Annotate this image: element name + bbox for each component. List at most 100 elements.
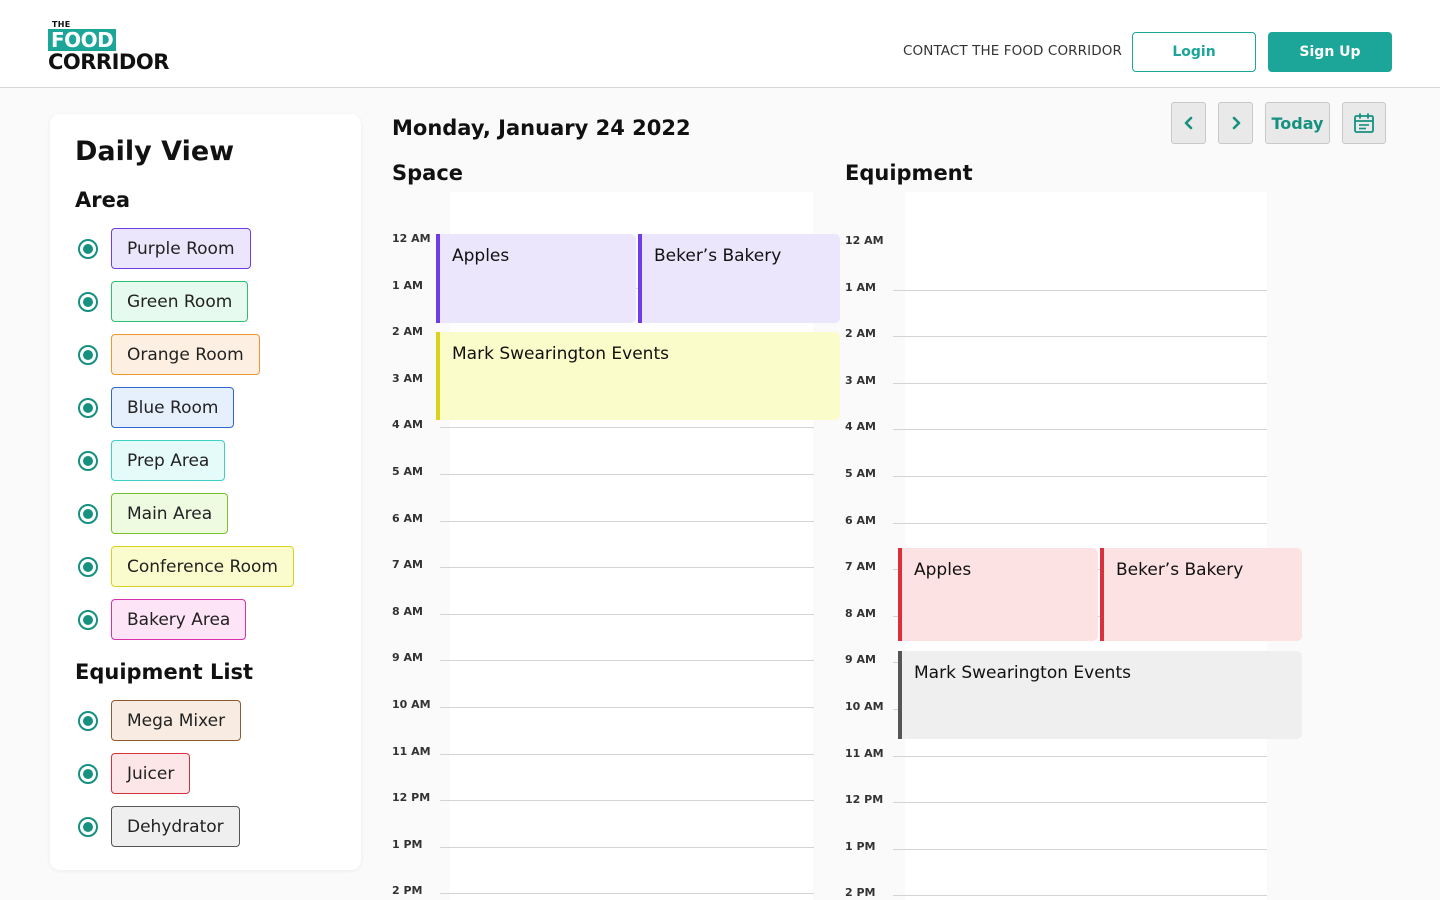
event-color-bar [436,234,440,323]
filter-sidebar: Daily View Area Purple Room Green Room Ora… [50,114,361,870]
time-label: 4 AM [392,418,423,432]
time-label: 10 AM [845,700,884,713]
radio-selected-icon[interactable] [78,504,98,524]
hour-gridline [893,848,1267,850]
logo-corridor: CORRIDOR [48,50,169,74]
filter-chip-juicer[interactable]: Juicer [111,753,191,794]
prev-day-button[interactable] [1171,102,1206,144]
event-label: Beker’s Bakery [654,246,782,266]
hour-gridline [440,520,814,522]
logo-food: FOOD [48,29,117,51]
radio-selected-icon[interactable] [78,610,98,630]
event-label: Mark Swearington Events [452,343,669,364]
event-color-bar [898,548,902,642]
radio-selected-icon[interactable] [78,239,98,259]
time-label: 5 AM [392,465,423,478]
filter-chip-green-room[interactable]: Green Room [111,281,249,322]
hour-gridline [893,382,1267,384]
time-label: 2 PM [845,886,876,900]
filter-chip-dehydrator[interactable]: Dehydrator [111,806,240,847]
time-label: 12 AM [392,232,431,245]
hour-gridline [893,289,1267,291]
chevron-left-icon [1184,116,1192,130]
hour-gridline [440,474,814,475]
schedule-grid-background [905,192,1267,900]
calendar-picker-button[interactable] [1342,102,1386,144]
event-label: Apples [452,246,510,266]
radio-selected-icon[interactable] [78,292,98,312]
booking-event-apples[interactable]: Apples [436,234,636,323]
time-label: 2 PM [392,884,423,898]
equipment-heading: Equipment List [75,660,254,684]
equipment-column-title: Equipment [845,161,973,185]
booking-event-beker-s-bakery[interactable]: Beker’s Bakery [1100,548,1302,642]
event-label: Beker’s Bakery [1116,560,1244,581]
radio-selected-icon[interactable] [78,764,98,784]
filter-chip-mega-mixer[interactable]: Mega Mixer [111,700,242,741]
time-label: 3 AM [845,373,876,387]
time-label: 11 AM [392,744,431,758]
hour-gridline [440,613,814,615]
event-color-bar [1100,548,1104,642]
hour-gridline [440,846,814,848]
booking-event-beker-s-bakery[interactable]: Beker’s Bakery [638,234,840,323]
radio-selected-icon[interactable] [78,711,98,731]
hour-gridline [440,567,814,569]
radio-selected-icon[interactable] [78,817,98,837]
radio-selected-icon[interactable] [78,557,98,577]
hour-gridline [893,802,1267,804]
hour-gridline [893,336,1267,338]
filter-chip-conference-room[interactable]: Conference Room [111,546,294,587]
today-button[interactable]: Today [1265,102,1330,144]
hour-gridline [440,753,814,755]
filter-chip-prep-area[interactable]: Prep Area [111,440,226,481]
filter-chip-purple-room[interactable]: Purple Room [111,228,251,269]
filter-chip-blue-room[interactable]: Blue Room [111,387,235,428]
hour-gridline [440,707,814,708]
next-day-button[interactable] [1218,102,1253,144]
filter-chip-orange-room[interactable]: Orange Room [111,334,260,375]
hour-gridline [893,522,1267,524]
time-label: 5 AM [845,467,876,480]
hour-gridline [440,893,814,895]
time-label: 9 AM [845,653,876,667]
hour-gridline [893,895,1267,897]
radio-selected-icon[interactable] [78,345,98,365]
signup-button[interactable]: Sign Up [1268,32,1392,72]
chevron-right-icon [1232,116,1240,130]
event-color-bar [898,650,902,740]
event-label: Apples [914,560,972,581]
time-label: 9 AM [392,651,423,665]
event-color-bar [638,234,642,323]
login-button[interactable]: Login [1132,32,1256,72]
hour-gridline [893,429,1267,431]
time-label: 1 PM [845,839,876,853]
radio-selected-icon[interactable] [78,398,98,418]
booking-event-mark-swearington-events[interactable]: Mark Swearington Events [898,650,1302,740]
sidebar-title: Daily View [75,136,235,167]
time-label: 6 AM [845,513,876,527]
contact-link[interactable]: CONTACT THE FOOD CORRIDOR [903,43,1122,59]
time-label: 12 PM [392,791,431,805]
time-label: 11 AM [845,746,884,760]
event-label: Mark Swearington Events [914,662,1131,683]
booking-event-mark-swearington-events[interactable]: Mark Swearington Events [436,331,840,421]
radio-selected-icon[interactable] [78,451,98,471]
space-column-title: Space [392,161,464,185]
current-date: Monday, January 24 2022 [392,116,691,140]
filter-chip-bakery-area[interactable]: Bakery Area [111,599,247,640]
time-label: 3 AM [392,371,423,385]
food-corridor-logo[interactable]: THE FOOD CORRIDOR [48,20,178,74]
hour-gridline [440,800,814,802]
top-header: THE FOOD CORRIDOR CONTACT THE FOOD CORRI… [0,0,1440,88]
event-color-bar [436,331,440,421]
time-label: 8 AM [845,606,876,620]
time-label: 2 AM [845,327,876,341]
hour-gridline [440,660,814,662]
area-heading: Area [75,188,131,212]
time-label: 4 AM [845,420,876,434]
hour-gridline [893,755,1267,757]
time-label: 8 AM [392,604,423,618]
filter-chip-main-area[interactable]: Main Area [111,493,229,534]
booking-event-apples[interactable]: Apples [898,548,1098,642]
